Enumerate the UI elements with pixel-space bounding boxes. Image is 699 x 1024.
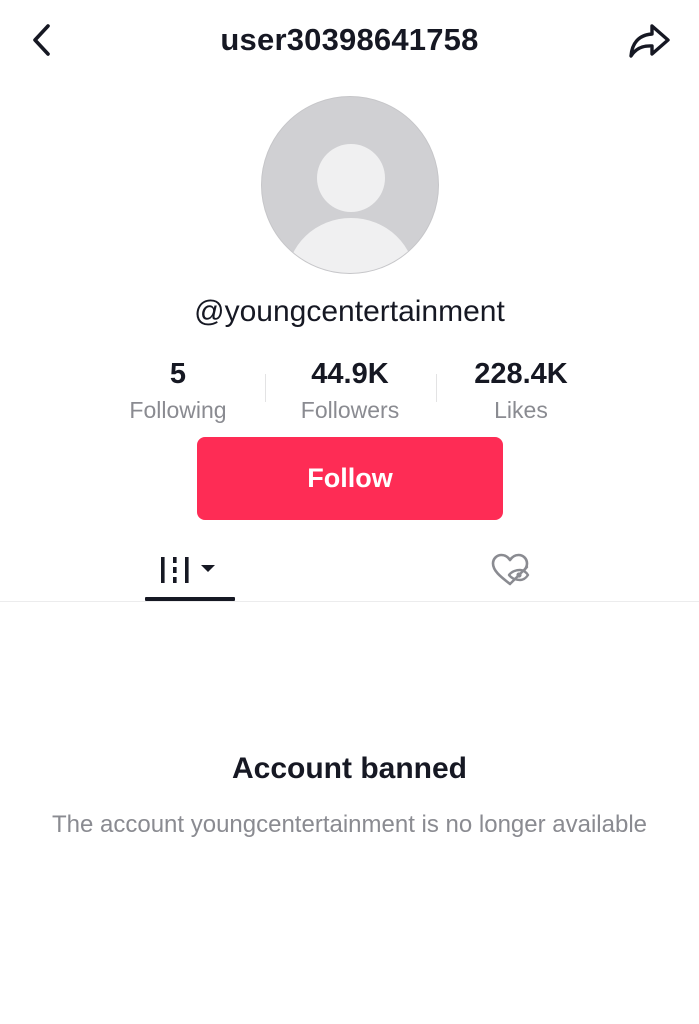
banned-description: The account youngcentertainment is no lo… (51, 811, 648, 838)
tab-liked[interactable] (465, 540, 555, 600)
stat-following[interactable]: 5 Following (98, 356, 258, 426)
avatar[interactable] (261, 96, 439, 274)
stat-label: Following (129, 397, 227, 423)
stat-value: 5 (169, 358, 187, 390)
chevron-left-icon (33, 24, 50, 56)
stat-value: 44.9K (311, 358, 389, 390)
banned-title: Account banned (231, 752, 467, 785)
stat-label: Likes (494, 397, 548, 423)
follow-button[interactable]: Follow (197, 437, 503, 520)
stat-value: 228.4K (474, 358, 568, 390)
profile-username: @youngcentertainment (194, 295, 505, 328)
stat-divider (436, 374, 437, 402)
stat-label: Followers (300, 397, 400, 423)
tab-videos[interactable] (145, 540, 235, 600)
share-arrow-icon (629, 24, 670, 58)
videos-grid-dropdown-icon (161, 557, 215, 583)
stat-likes[interactable]: 228.4K Likes (441, 356, 601, 426)
share-button[interactable] (627, 18, 673, 64)
profile-page: user30398641758 @youngcentertainment 5 F… (0, 0, 699, 1024)
stat-divider (265, 374, 266, 402)
page-title: user30398641758 (220, 22, 479, 57)
default-avatar-icon (287, 144, 415, 273)
stat-followers[interactable]: 44.9K Followers (270, 356, 430, 426)
liked-hidden-heart-icon (491, 553, 530, 586)
back-button[interactable] (22, 20, 62, 60)
tab-divider (0, 601, 699, 602)
